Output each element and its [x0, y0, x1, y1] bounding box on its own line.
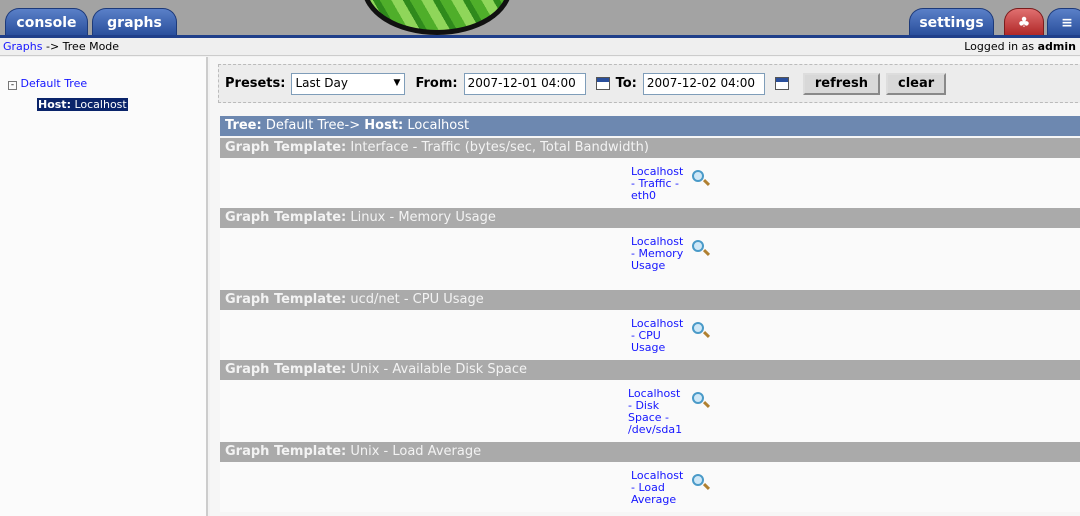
graph-template-row: Graph Template: Linux - Memory Usage [220, 208, 1080, 228]
template-label: Graph Template: [225, 362, 347, 377]
list-icon: ≡ [1061, 15, 1073, 31]
tree-view-button[interactable]: ♣ [1004, 8, 1044, 35]
cacti-logo [352, 0, 527, 35]
to-label: To: [615, 76, 637, 91]
from-input[interactable]: 2007-12-01 04:00 [463, 72, 586, 95]
graph-link[interactable]: Localhost - Disk Space - /dev/sda1 [628, 388, 686, 436]
tree-sidebar: - Default Tree Host: Localhost [0, 57, 208, 516]
tab-console[interactable]: console [5, 8, 88, 35]
tree-link-default[interactable]: Default Tree [21, 77, 88, 90]
tab-settings[interactable]: settings [909, 8, 994, 35]
graph-link[interactable]: Localhost - Memory Usage [631, 236, 689, 272]
tree-item-localhost[interactable]: Host: Localhost [37, 98, 128, 111]
graph-template-row: Graph Template: Interface - Traffic (byt… [220, 138, 1080, 158]
to-input[interactable]: 2007-12-02 04:00 [642, 72, 765, 95]
zoom-magnifier-icon[interactable] [692, 170, 704, 182]
presets-label: Presets: [225, 76, 286, 91]
graph-template-row: Graph Template: Unix - Available Disk Sp… [220, 360, 1080, 380]
graph-row: Localhost - Traffic - eth0 [220, 158, 1080, 208]
breadcrumb-graphs-link[interactable]: Graphs [3, 40, 42, 53]
graph-link[interactable]: Localhost - CPU Usage [631, 318, 689, 354]
top-nav: console graphs settings ♣ ≡ [0, 0, 1080, 38]
username: admin [1037, 40, 1076, 53]
zoom-magnifier-icon[interactable] [692, 392, 704, 404]
from-label: From: [415, 76, 458, 91]
graph-tree-table: Tree: Default Tree-> Host: Localhost Gra… [220, 116, 1080, 512]
template-name: ucd/net - CPU Usage [346, 292, 484, 307]
filter-bar: Presets: Last Day ▼ From: 2007-12-01 04:0… [218, 64, 1080, 103]
host-name: Localhost [70, 98, 127, 111]
breadcrumb: Graphs -> Tree Mode Logged in as admin [0, 38, 1080, 56]
graph-link[interactable]: Localhost - Traffic - eth0 [631, 166, 689, 202]
template-label: Graph Template: [225, 292, 347, 307]
graph-row: Localhost - Memory Usage [220, 228, 1080, 290]
zoom-magnifier-icon[interactable] [692, 240, 704, 252]
zoom-magnifier-icon[interactable] [692, 474, 704, 486]
graph-row: Localhost - Load Average [220, 462, 1080, 512]
tab-graphs[interactable]: graphs [92, 8, 177, 35]
template-label: Graph Template: [225, 444, 347, 459]
template-name: Unix - Available Disk Space [346, 362, 528, 377]
list-view-button[interactable]: ≡ [1047, 8, 1080, 35]
tree-name: Default Tree-> [261, 118, 365, 133]
template-name: Linux - Memory Usage [346, 210, 496, 225]
host-name: Localhost [403, 118, 470, 133]
template-label: Graph Template: [225, 210, 347, 225]
graph-template-row: Graph Template: ucd/net - CPU Usage [220, 290, 1080, 310]
breadcrumb-current: -> Tree Mode [42, 40, 120, 53]
calendar-icon[interactable] [774, 77, 789, 90]
host-label: Host: [38, 98, 71, 111]
login-status: Logged in as admin [964, 40, 1076, 53]
refresh-button[interactable]: refresh [802, 72, 880, 95]
graph-row: Localhost - Disk Space - /dev/sda1 [220, 380, 1080, 442]
calendar-icon[interactable] [595, 77, 610, 90]
collapse-icon[interactable]: - [8, 81, 17, 90]
tree-header: Tree: Default Tree-> Host: Localhost [220, 116, 1080, 136]
tree-root[interactable]: - Default Tree [8, 77, 87, 90]
graph-row: Localhost - CPU Usage [220, 310, 1080, 360]
template-label: Graph Template: [225, 140, 347, 155]
presets-value: Last Day [295, 75, 348, 90]
presets-select[interactable]: Last Day ▼ [291, 72, 406, 95]
clear-button[interactable]: clear [886, 72, 947, 95]
chevron-down-icon: ▼ [393, 77, 401, 88]
template-name: Interface - Traffic (bytes/sec, Total Ba… [346, 140, 649, 155]
zoom-magnifier-icon[interactable] [692, 322, 704, 334]
graph-link[interactable]: Localhost - Load Average [631, 470, 689, 506]
host-label: Host: [364, 118, 404, 133]
graph-template-row: Graph Template: Unix - Load Average [220, 442, 1080, 462]
tree-icon: ♣ [1017, 15, 1031, 31]
main-content: Presets: Last Day ▼ From: 2007-12-01 04:0… [210, 57, 1080, 516]
tree-label: Tree: [225, 118, 262, 133]
template-name: Unix - Load Average [346, 444, 482, 459]
login-prefix: Logged in as [964, 40, 1038, 53]
